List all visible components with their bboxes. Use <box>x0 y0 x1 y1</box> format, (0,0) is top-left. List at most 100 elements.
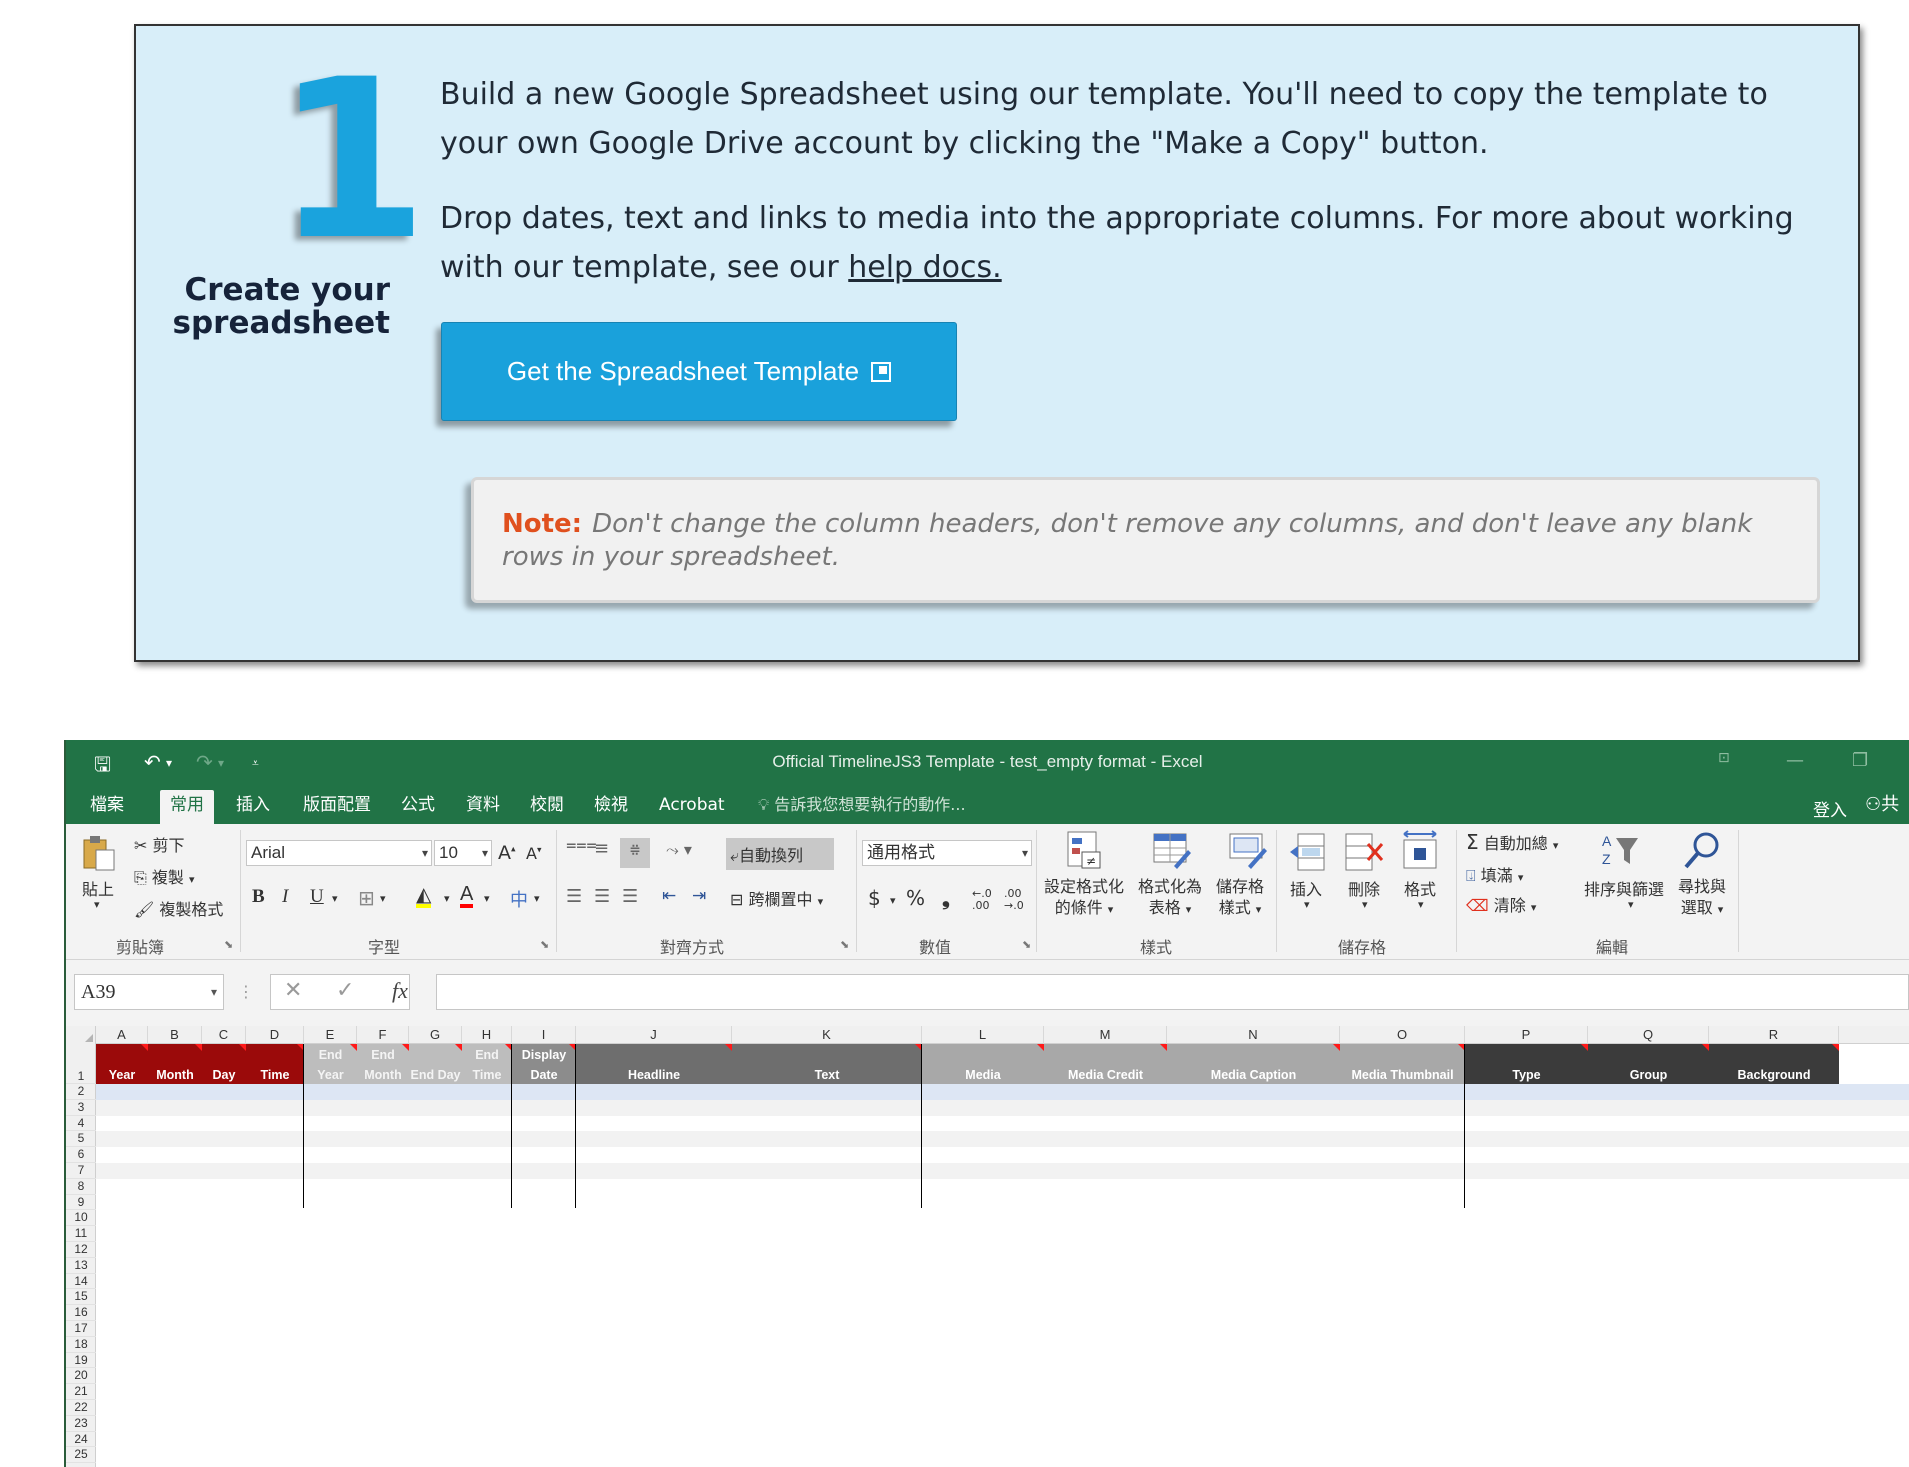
header-cell-k[interactable]: Text <box>732 1044 922 1084</box>
row-header-5[interactable]: 5 <box>66 1131 96 1148</box>
comma-button[interactable]: ❟ <box>942 886 950 910</box>
format-cells-label[interactable]: 格式 <box>1404 876 1436 900</box>
decrease-indent-icon[interactable]: ⇤ <box>662 886 676 906</box>
column-header-c[interactable]: C <box>202 1026 246 1044</box>
row-header-14[interactable]: 14 <box>66 1274 96 1290</box>
row-header-18[interactable]: 18 <box>66 1337 96 1353</box>
format-cells-icon[interactable] <box>1400 830 1440 870</box>
row-header-12[interactable]: 12 <box>66 1242 96 1258</box>
increase-font-icon[interactable]: A▴ <box>498 842 516 864</box>
borders-dropdown-icon[interactable]: ▾ <box>380 892 386 905</box>
insert-cells-dropdown-icon[interactable]: ▾ <box>1304 898 1310 911</box>
row-header-20[interactable]: 20 <box>66 1368 96 1385</box>
delete-cells-dropdown-icon[interactable]: ▾ <box>1362 898 1368 911</box>
row-header-4[interactable]: 4 <box>66 1116 96 1132</box>
name-box[interactable]: A39 <box>74 974 224 1010</box>
column-header-e[interactable]: E <box>304 1026 357 1044</box>
row-header-24[interactable]: 24 <box>66 1432 96 1448</box>
header-cell-r[interactable]: Background <box>1709 1044 1839 1084</box>
row-header-25[interactable]: 25 <box>66 1447 96 1464</box>
row-header-2[interactable]: 2 <box>66 1084 96 1100</box>
column-header-p[interactable]: P <box>1465 1026 1588 1044</box>
tell-me-box[interactable]: 💡︎ 告訴我您想要執行的動作... <box>748 790 976 824</box>
number-format-select[interactable]: 通用格式 <box>862 840 1032 866</box>
row-header-1[interactable]: 1 <box>66 1044 96 1084</box>
currency-button[interactable]: $ <box>868 886 881 910</box>
worksheet-grid[interactable]: ABCDEFGHIJKLMNOPQR 1 2 3 4 5 6 7 8 9 10 11 12 13 14 15… <box>66 1026 1909 1467</box>
increase-decimal-icon[interactable]: ←.0.00 <box>972 888 992 912</box>
table-row[interactable] <box>96 1115 1909 1132</box>
delete-cells-label[interactable]: 刪除 <box>1348 876 1380 900</box>
format-cells-dropdown-icon[interactable]: ▾ <box>1418 898 1424 911</box>
column-header-h[interactable]: H <box>462 1026 512 1044</box>
font-size-select[interactable]: 10 <box>434 840 492 866</box>
font-color-icon[interactable]: A <box>460 884 474 908</box>
share-button[interactable]: ⚇共 <box>1865 790 1909 820</box>
row-header-19[interactable]: 19 <box>66 1353 96 1369</box>
header-cell-j[interactable]: Headline <box>576 1044 732 1084</box>
tab-page-layout[interactable]: 版面配置 <box>293 790 381 824</box>
row-header-23[interactable]: 23 <box>66 1416 96 1432</box>
paste-dropdown-icon[interactable]: ▾ <box>94 898 100 911</box>
header-cell-p[interactable]: Type <box>1465 1044 1588 1084</box>
cut-button[interactable]: ✂ 剪下 <box>134 832 185 856</box>
decrease-decimal-icon[interactable]: .00 →.0 <box>1004 888 1024 912</box>
alignment-launcher-icon[interactable]: ⬊ <box>840 938 849 951</box>
sign-in-link[interactable]: 登入 <box>1813 796 1847 821</box>
header-cell-a[interactable]: Year <box>96 1044 148 1084</box>
table-row[interactable] <box>96 1131 1909 1148</box>
header-cell-c[interactable]: Day <box>202 1044 246 1084</box>
sort-filter-dropdown-icon[interactable]: ▾ <box>1628 898 1634 911</box>
column-header-g[interactable]: G <box>409 1026 462 1044</box>
orientation-icon[interactable]: ⤳ ▾ <box>666 840 692 860</box>
number-launcher-icon[interactable]: ⬊ <box>1022 938 1031 951</box>
align-middle-icon[interactable]: ≡ <box>594 838 609 859</box>
bold-button[interactable]: B <box>252 886 265 908</box>
tab-home[interactable]: 常用 <box>160 790 214 824</box>
table-row[interactable] <box>96 1147 1909 1163</box>
column-header-d[interactable]: D <box>246 1026 304 1044</box>
table-row[interactable] <box>96 1099 1909 1116</box>
ribbon-display-icon[interactable]: ⊡ <box>1718 750 1730 766</box>
column-header-j[interactable]: J <box>576 1026 732 1044</box>
copy-button[interactable]: ⎘ 複製 ▾ <box>134 864 195 888</box>
font-color-dropdown-icon[interactable]: ▾ <box>484 892 490 905</box>
autosum-button[interactable]: Σ 自動加總 ▾ <box>1466 830 1558 854</box>
font-launcher-icon[interactable]: ⬊ <box>540 938 549 951</box>
increase-indent-icon[interactable]: ⇥ <box>692 886 706 906</box>
italic-button[interactable]: I <box>282 886 288 908</box>
column-header-b[interactable]: B <box>148 1026 202 1044</box>
underline-dropdown-icon[interactable]: ▾ <box>332 892 338 905</box>
formula-input[interactable] <box>436 974 1909 1010</box>
row-header-9[interactable]: 9 <box>66 1195 96 1211</box>
tab-insert[interactable]: 插入 <box>226 790 280 824</box>
table-row[interactable] <box>96 1163 1909 1179</box>
column-header-o[interactable]: O <box>1340 1026 1465 1044</box>
row-header-13[interactable]: 13 <box>66 1258 96 1274</box>
percent-button[interactable]: % <box>906 886 925 910</box>
header-cell-i[interactable]: Display Date <box>512 1044 576 1084</box>
align-center-icon[interactable]: ☰ <box>594 886 610 907</box>
clear-button[interactable]: ⌫ 清除 ▾ <box>1466 892 1536 916</box>
header-cell-q[interactable]: Group <box>1588 1044 1709 1084</box>
cell-styles-button[interactable]: 儲存格 樣式 ▾ <box>1216 876 1264 920</box>
help-docs-link[interactable]: help docs. <box>848 250 1001 285</box>
conditional-formatting-button[interactable]: 設定格式化 的條件 ▾ <box>1044 876 1124 920</box>
sort-filter-label[interactable]: 排序與篩選 <box>1584 876 1664 900</box>
clipboard-launcher-icon[interactable]: ⬊ <box>224 938 233 951</box>
row-header-21[interactable]: 21 <box>66 1384 96 1400</box>
align-bottom-icon[interactable]: ⩷ <box>620 838 650 868</box>
insert-cells-icon[interactable] <box>1288 832 1328 872</box>
column-header-a[interactable]: A <box>96 1026 148 1044</box>
paste-label[interactable]: 貼上 <box>82 876 114 900</box>
row-header-3[interactable]: 3 <box>66 1100 96 1116</box>
header-cell-f[interactable]: End Month <box>357 1044 409 1084</box>
currency-dropdown-icon[interactable]: ▾ <box>890 894 896 907</box>
align-top-icon[interactable]: ⩶ <box>566 834 597 855</box>
row-header-6[interactable]: 6 <box>66 1147 96 1163</box>
row-header-22[interactable]: 22 <box>66 1400 96 1416</box>
row-header-16[interactable]: 16 <box>66 1305 96 1321</box>
align-right-icon[interactable]: ☰ <box>622 886 638 907</box>
column-header-m[interactable]: M <box>1044 1026 1167 1044</box>
header-cell-l[interactable]: Media <box>922 1044 1044 1084</box>
